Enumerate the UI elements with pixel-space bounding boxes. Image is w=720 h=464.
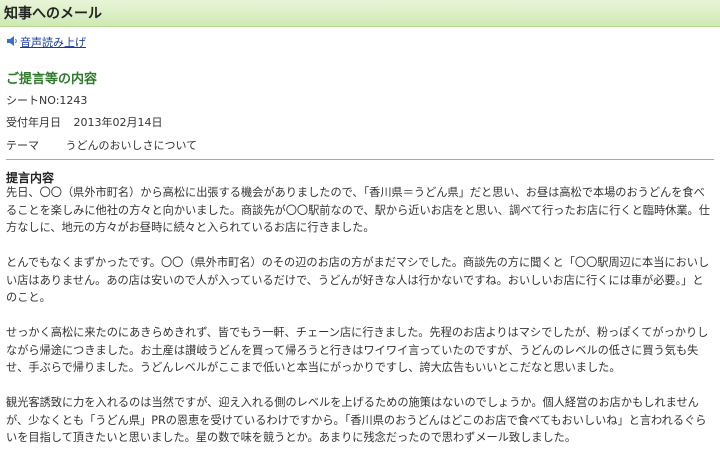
theme-value: うどんのおいしさについて [65, 139, 198, 152]
proposal-paragraph: 観光客誘致に力を入れるのは当然ですが、迎え入れる側のレベルを上げるための施策はな… [6, 396, 707, 444]
proposal-paragraph: とんでもなくまずかったです。〇〇（県外市町名）のその辺のお店の方がまだマシでした… [6, 256, 710, 304]
page-title: 知事へのメール [4, 6, 102, 22]
receipt-date-row: 受付年月日 2013年02月14日 [6, 114, 163, 130]
audio-readout-label: 音声読み上げ [20, 36, 86, 49]
sheet-number: シートNO:1243 [6, 94, 88, 107]
receipt-date-label: 受付年月日 [6, 116, 61, 129]
section-title: ご提言等の内容 [6, 72, 98, 87]
divider [6, 159, 714, 160]
theme-row: テーマ うどんのおいしさについて [6, 137, 197, 153]
header-bar: 知事へのメール [0, 0, 720, 27]
proposal-paragraph: 先日、〇〇（県外市町名）から高松に出張する機会がありましたので、「香川県＝うどん… [6, 186, 710, 234]
speaker-icon [6, 35, 20, 50]
proposal-paragraph: せっかく高松に来たのにあきらめきれず、皆でもう一軒、チェーン店に行きました。先程… [6, 326, 709, 374]
theme-label: テーマ [6, 139, 39, 152]
proposal-body: 先日、〇〇（県外市町名）から高松に出張する機会がありましたので、「香川県＝うどん… [6, 184, 714, 464]
receipt-date-value: 2013年02月14日 [73, 116, 163, 129]
audio-readout-link[interactable]: 音声読み上げ [6, 34, 86, 50]
